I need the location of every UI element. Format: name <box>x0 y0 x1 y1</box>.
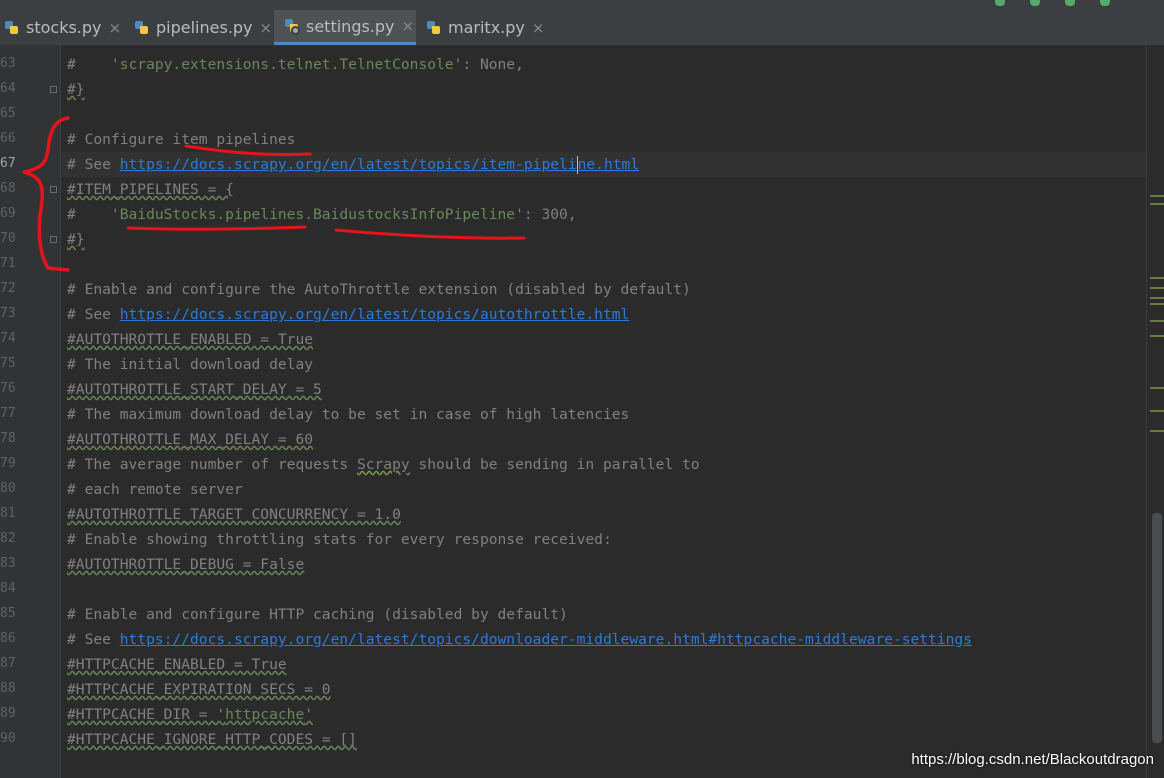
line-number: 68 <box>0 181 16 196</box>
code-line[interactable]: #} <box>67 77 85 102</box>
line-number: 70 <box>0 231 16 246</box>
line-number: 88 <box>0 681 16 696</box>
fold-end-icon[interactable] <box>50 86 57 93</box>
code-line[interactable]: #HTTPCACHE_IGNORE_HTTP_CODES = [] <box>67 727 357 752</box>
tab-label: settings.py <box>306 16 395 36</box>
line-number: 73 <box>0 306 16 321</box>
close-icon[interactable]: × <box>402 17 415 35</box>
tab-stocks[interactable]: stocks.py × <box>4 10 126 45</box>
tab-label: maritx.py <box>448 18 525 37</box>
code-line[interactable]: # The maximum download delay to be set i… <box>67 402 629 427</box>
code-line[interactable]: # Enable and configure the AutoThrottle … <box>67 277 691 302</box>
line-number: 64 <box>0 81 16 96</box>
line-number: 84 <box>0 581 16 596</box>
python-file-icon <box>134 20 150 36</box>
code-line[interactable]: # Enable and configure HTTP caching (dis… <box>67 602 568 627</box>
ide-window: stocks.py × pipelines.py × settings.py ×… <box>0 0 1164 778</box>
code-line[interactable]: # 'BaiduStocks.pipelines.BaidustocksInfo… <box>67 202 577 227</box>
line-number: 82 <box>0 531 16 546</box>
tab-maritx[interactable]: maritx.py × <box>426 10 545 45</box>
line-number: 65 <box>0 106 16 121</box>
code-line[interactable]: # The initial download delay <box>67 352 313 377</box>
tab-settings[interactable]: settings.py × <box>274 10 416 45</box>
line-number: 66 <box>0 131 16 146</box>
line-number: 67 <box>0 156 16 171</box>
profile-icon[interactable] <box>1100 0 1110 6</box>
line-number: 74 <box>0 331 16 346</box>
python-file-icon <box>426 20 442 36</box>
line-number: 78 <box>0 431 16 446</box>
editor-tab-bar: stocks.py × pipelines.py × settings.py ×… <box>0 10 1164 46</box>
line-number: 83 <box>0 556 16 571</box>
code-line[interactable]: #AUTOTHROTTLE_TARGET_CONCURRENCY = 1.0 <box>67 502 401 527</box>
code-line[interactable]: #HTTPCACHE_DIR = 'httpcache' <box>67 702 313 727</box>
code-line[interactable]: # See https://docs.scrapy.org/en/latest/… <box>67 302 629 327</box>
line-number: 80 <box>0 481 16 496</box>
close-icon[interactable]: × <box>109 19 122 37</box>
code-line[interactable]: #AUTOTHROTTLE_DEBUG = False <box>67 552 304 577</box>
line-number: 87 <box>0 656 16 671</box>
error-stripe-scrollbar[interactable] <box>1147 45 1164 778</box>
code-line[interactable]: # See https://docs.scrapy.org/en/latest/… <box>67 152 639 177</box>
line-number: 72 <box>0 281 16 296</box>
line-number: 77 <box>0 406 16 421</box>
code-line[interactable]: # The average number of requests Scrapy … <box>67 452 700 477</box>
tab-label: stocks.py <box>26 18 102 37</box>
scrollbar-thumb[interactable] <box>1152 513 1162 743</box>
code-line[interactable]: # Enable showing throttling stats for ev… <box>67 527 612 552</box>
code-line[interactable]: # 'scrapy.extensions.telnet.TelnetConsol… <box>67 52 524 77</box>
code-editor[interactable]: # 'scrapy.extensions.telnet.TelnetConsol… <box>61 45 1147 778</box>
code-line[interactable]: # See https://docs.scrapy.org/en/latest/… <box>67 627 972 652</box>
line-number: 86 <box>0 631 16 646</box>
code-line[interactable]: # each remote server <box>67 477 243 502</box>
text-caret <box>576 156 578 174</box>
code-line[interactable]: #AUTOTHROTTLE_ENABLED = True <box>67 327 313 352</box>
code-line[interactable]: #ITEM_PIPELINES = { <box>67 177 234 202</box>
line-number: 90 <box>0 731 16 746</box>
close-icon[interactable]: × <box>260 19 273 37</box>
code-line[interactable]: #AUTOTHROTTLE_MAX_DELAY = 60 <box>67 427 313 452</box>
line-number: 76 <box>0 381 16 396</box>
fold-start-icon[interactable] <box>50 186 57 193</box>
line-number: 71 <box>0 256 16 271</box>
python-settings-file-icon <box>284 18 300 35</box>
line-number-gutter[interactable]: 63 64 65 66 67 68 69 70 71 72 73 74 75 76 77 78 79 80 81 82… <box>0 45 61 778</box>
line-number: 75 <box>0 356 16 371</box>
debug-icon[interactable] <box>1030 0 1040 6</box>
code-line[interactable]: #} <box>67 227 85 252</box>
code-line[interactable]: #HTTPCACHE_ENABLED = True <box>67 652 287 677</box>
fold-end-icon[interactable] <box>50 236 57 243</box>
coverage-icon[interactable] <box>1065 0 1075 6</box>
line-number: 69 <box>0 206 16 221</box>
python-file-icon <box>4 20 20 36</box>
toolbar-strip <box>0 0 1164 10</box>
close-icon[interactable]: × <box>532 19 545 37</box>
line-number: 85 <box>0 606 16 621</box>
code-line[interactable]: # Configure item pipelines <box>67 127 295 152</box>
line-number: 79 <box>0 456 16 471</box>
code-line[interactable]: #AUTOTHROTTLE_START_DELAY = 5 <box>67 377 322 402</box>
watermark: https://blog.csdn.net/Blackoutdragon <box>911 751 1154 768</box>
tab-label: pipelines.py <box>156 18 253 37</box>
line-number: 89 <box>0 706 16 721</box>
line-number: 63 <box>0 56 16 71</box>
line-number: 81 <box>0 506 16 521</box>
code-line[interactable]: #HTTPCACHE_EXPIRATION_SECS = 0 <box>67 677 331 702</box>
tab-pipelines[interactable]: pipelines.py × <box>134 10 272 45</box>
run-icon[interactable] <box>995 0 1005 6</box>
